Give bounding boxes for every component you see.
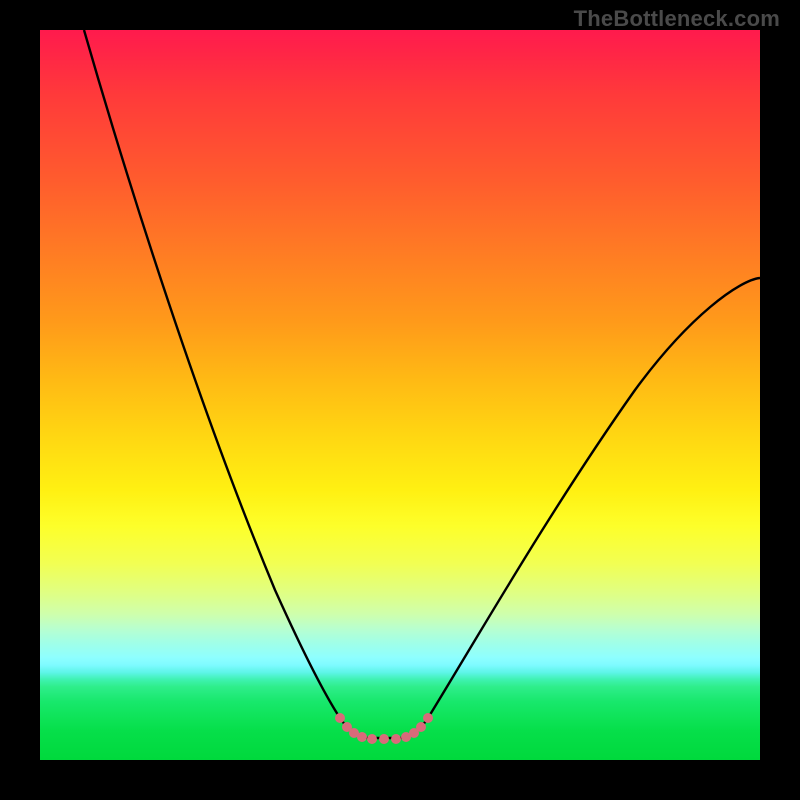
curve-left <box>84 30 340 718</box>
plot-area <box>40 30 760 760</box>
chart-frame: TheBottleneck.com <box>0 0 800 800</box>
watermark-text: TheBottleneck.com <box>574 6 780 32</box>
bottleneck-curve <box>40 30 760 760</box>
curve-right <box>428 278 760 718</box>
minimum-dots <box>335 713 433 744</box>
